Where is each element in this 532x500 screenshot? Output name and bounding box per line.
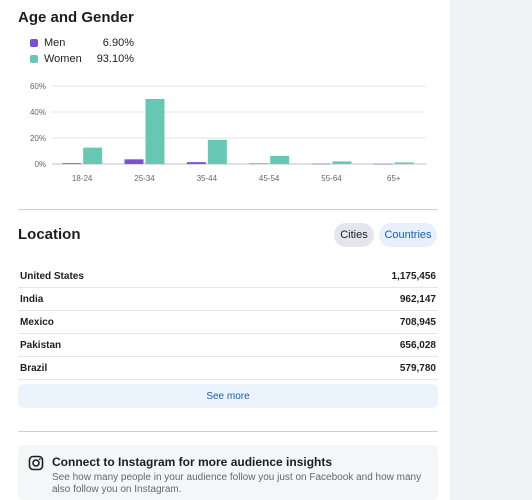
x-tick-label: 65+	[387, 174, 401, 183]
bar-men-45-54	[249, 163, 269, 164]
instagram-icon	[28, 455, 44, 471]
bar-women-45-54	[270, 155, 290, 164]
y-tick-label: 40%	[30, 108, 46, 117]
audience-card: Age and Gender Men 6.90% Women 93.10% 0%…	[0, 0, 450, 500]
legend-item-women: Women 93.10%	[30, 51, 134, 67]
location-value: 962,147	[399, 293, 436, 305]
legend-item-men: Men 6.90%	[30, 35, 134, 51]
location-name: United States	[20, 270, 84, 282]
y-tick-label: 0%	[34, 160, 46, 169]
see-more-button[interactable]: See more	[18, 384, 438, 408]
gender-legend: Men 6.90% Women 93.10%	[30, 35, 134, 67]
location-value: 656,028	[399, 339, 436, 351]
men-swatch	[30, 39, 38, 47]
location-value: 708,945	[399, 316, 436, 328]
x-tick-label: 25-34	[134, 174, 155, 183]
bar-men-25-34	[124, 159, 144, 164]
section-divider	[18, 431, 438, 432]
legend-value: 6.90%	[102, 37, 134, 49]
legend-label: Men	[44, 37, 66, 49]
x-tick-label: 18-24	[72, 174, 93, 183]
location-row: Mexico 708,945	[18, 311, 438, 334]
y-tick-label: 20%	[30, 134, 46, 143]
instagram-connect-title[interactable]: Connect to Instagram for more audience i…	[52, 455, 332, 469]
location-name: Mexico	[20, 316, 54, 328]
bar-women-55-64	[332, 161, 352, 164]
section-divider	[18, 209, 438, 210]
age-gender-title: Age and Gender	[18, 9, 134, 26]
age-gender-bar-chart: 0% 20% 40% 60% 18-24 25-34 35-44 45-54 55-64 65+	[30, 82, 426, 183]
location-row: India 962,147	[18, 288, 438, 311]
instagram-connect-card[interactable]: Connect to Instagram for more audience i…	[18, 445, 438, 500]
instagram-connect-description: See how many people in your audience fol…	[52, 472, 422, 495]
legend-value: 93.10%	[96, 53, 134, 65]
y-tick-label: 60%	[30, 82, 46, 91]
location-row: United States 1,175,456	[18, 265, 438, 288]
tab-countries[interactable]: Countries	[379, 223, 437, 247]
location-row: Pakistan 656,028	[18, 334, 438, 357]
x-tick-label: 55-64	[321, 174, 342, 183]
bar-men-55-64	[311, 163, 331, 165]
location-row: Brazil 579,780	[18, 357, 438, 380]
location-name: Pakistan	[20, 339, 62, 351]
location-value: 579,780	[399, 362, 436, 374]
women-swatch	[30, 55, 38, 63]
x-tick-label: 45-54	[259, 174, 280, 183]
bar-women-65+	[394, 162, 414, 164]
location-name: Brazil	[20, 362, 48, 374]
bar-men-65+	[373, 163, 393, 165]
bar-women-18-24	[83, 147, 103, 164]
bar-women-25-34	[145, 99, 165, 164]
legend-label: Women	[44, 53, 82, 65]
bar-women-35-44	[207, 139, 227, 164]
location-title: Location	[18, 226, 81, 243]
page-background-right	[450, 0, 532, 500]
tab-cities[interactable]: Cities	[334, 223, 374, 247]
location-name: India	[20, 293, 44, 305]
location-value: 1,175,456	[391, 270, 437, 282]
x-tick-label: 35-44	[197, 174, 218, 183]
bar-men-35-44	[186, 162, 206, 164]
bar-men-18-24	[62, 163, 82, 164]
